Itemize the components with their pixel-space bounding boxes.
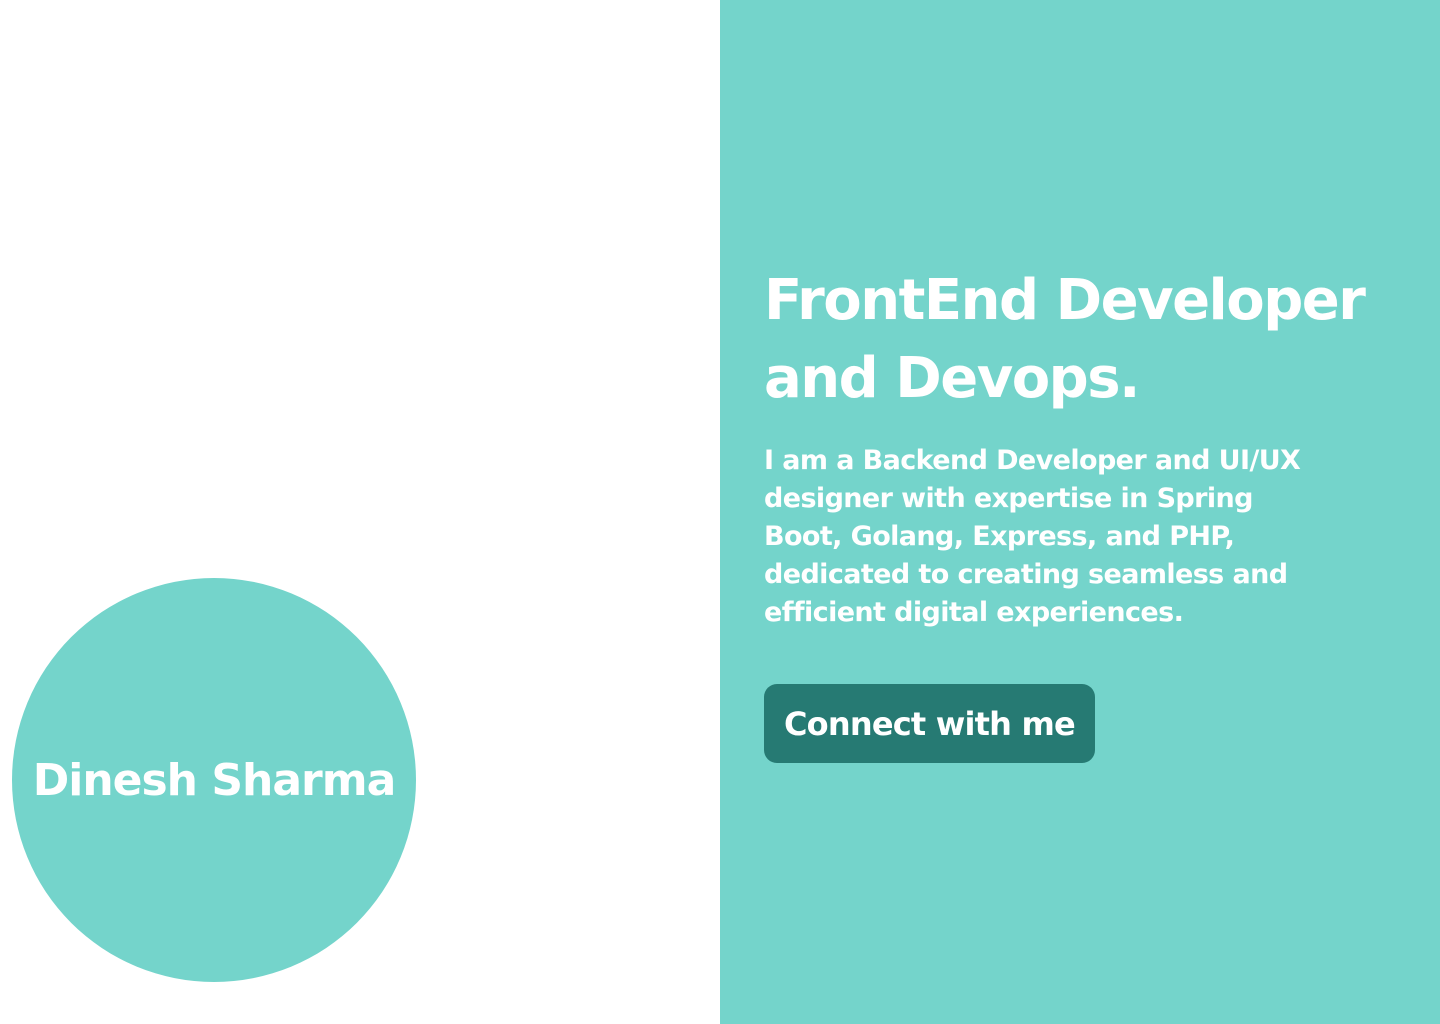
hero-panel: FrontEnd Developer and Devops. I am a Ba… xyxy=(720,0,1440,1024)
connect-button[interactable]: Connect with me xyxy=(764,684,1095,763)
hero-headline: FrontEnd Developer and Devops. xyxy=(764,268,1366,411)
portfolio-page: Dinesh Sharma FrontEnd Developer and Dev… xyxy=(0,0,1440,1024)
hero-bio: I am a Backend Developer and UI/UX desig… xyxy=(764,445,1301,628)
profile-name: Dinesh Sharma xyxy=(32,754,397,806)
name-circle: Dinesh Sharma xyxy=(12,578,416,982)
profile-panel: Dinesh Sharma xyxy=(0,0,720,1024)
